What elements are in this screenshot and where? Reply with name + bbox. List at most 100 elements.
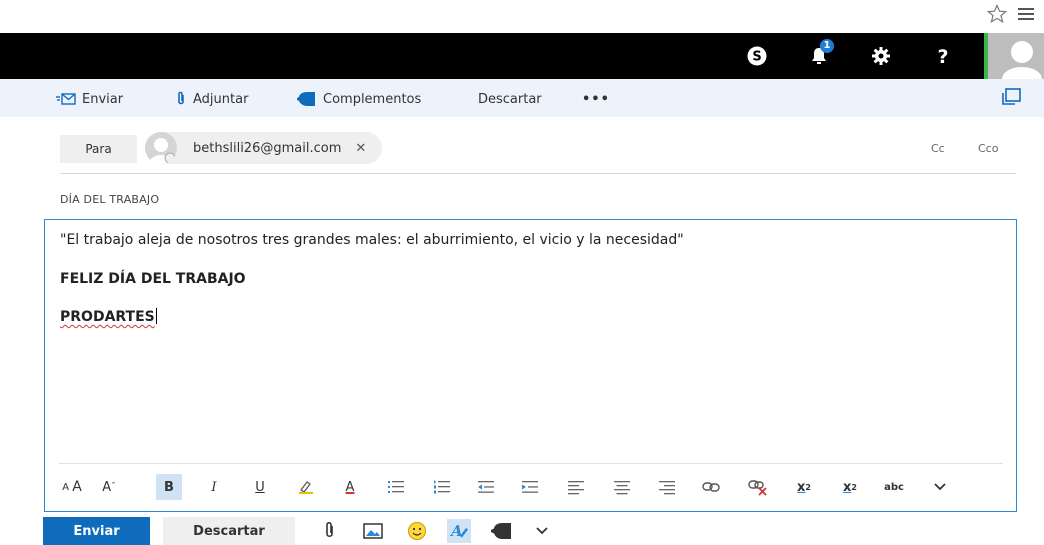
popout-icon[interactable] bbox=[1002, 87, 1022, 105]
outdent-icon bbox=[478, 481, 494, 493]
picture-icon bbox=[363, 523, 383, 539]
grow-font-label: A bbox=[102, 479, 112, 495]
strikethrough-button[interactable]: abc bbox=[881, 474, 907, 500]
italic-button[interactable]: I bbox=[201, 474, 227, 500]
chevron-down-icon bbox=[934, 483, 946, 491]
bookmark-star-icon[interactable] bbox=[987, 4, 1007, 24]
superscript-label: x bbox=[797, 479, 806, 495]
addins-icon bbox=[297, 92, 315, 106]
user-silhouette-icon bbox=[149, 138, 176, 164]
font-color-label: A bbox=[345, 479, 355, 495]
align-left-icon bbox=[568, 481, 584, 495]
gear-icon bbox=[872, 47, 890, 65]
user-silhouette-icon bbox=[1002, 41, 1042, 91]
addins-button[interactable] bbox=[490, 519, 514, 543]
addins-icon bbox=[491, 523, 511, 539]
font-size-button[interactable]: AAAA bbox=[59, 474, 85, 500]
browser-menu-icon[interactable] bbox=[1015, 5, 1037, 23]
attach-command[interactable]: Adjuntar bbox=[175, 89, 248, 109]
browser-strip bbox=[0, 0, 1044, 33]
recipients-row: Para bethslili26@gmail.com ✕ Cc Cco bbox=[60, 132, 1016, 174]
bold-button[interactable]: B bbox=[156, 474, 182, 500]
discard-button[interactable]: Descartar bbox=[163, 517, 295, 545]
indent-icon bbox=[522, 481, 538, 493]
body-quote-line: "El trabajo aleja de nosotros tres grand… bbox=[60, 232, 684, 248]
svg-text:A: A bbox=[449, 522, 463, 540]
bullets-button[interactable] bbox=[383, 474, 409, 500]
discard-command-label: Descartar bbox=[478, 91, 542, 107]
body-signature-text: PRODARTES bbox=[60, 309, 155, 325]
subscript-button[interactable]: x2 bbox=[837, 474, 863, 500]
compose-actions: Enviar Descartar A bbox=[0, 515, 1044, 545]
align-center-icon bbox=[614, 481, 630, 495]
font-color-button[interactable]: A bbox=[337, 474, 363, 500]
subscript-label: x bbox=[843, 479, 852, 495]
link-icon bbox=[702, 482, 720, 492]
smiley-icon bbox=[408, 522, 426, 540]
more-options-label: ••• bbox=[582, 91, 610, 107]
unlink-icon bbox=[748, 480, 767, 496]
paperclip-icon bbox=[178, 91, 184, 105]
help-button[interactable]: ? bbox=[918, 33, 968, 79]
recipient-chip[interactable]: bethslili26@gmail.com ✕ bbox=[145, 132, 383, 164]
format-divider bbox=[59, 463, 1003, 464]
send-command[interactable]: Enviar bbox=[56, 89, 123, 109]
align-right-icon bbox=[659, 481, 675, 495]
format-toolbar: AAAA Aˆ B I U A bbox=[45, 472, 1016, 504]
decrease-indent-button[interactable] bbox=[473, 474, 499, 500]
format-text-button[interactable]: A bbox=[447, 519, 471, 543]
remove-link-button[interactable] bbox=[745, 474, 771, 500]
align-right-button[interactable] bbox=[654, 474, 680, 500]
chevron-down-icon bbox=[536, 527, 548, 535]
subject-field[interactable]: DÍA DEL TRABAJO bbox=[60, 193, 159, 206]
paperclip-icon bbox=[326, 522, 333, 538]
cc-link[interactable]: Cc bbox=[931, 142, 945, 155]
align-left-button[interactable] bbox=[563, 474, 589, 500]
emoji-button[interactable] bbox=[405, 519, 429, 543]
insert-link-button[interactable] bbox=[698, 474, 724, 500]
more-actions-button[interactable] bbox=[530, 519, 554, 543]
skype-icon: S bbox=[747, 46, 767, 66]
underline-button[interactable]: U bbox=[247, 474, 273, 500]
skype-button[interactable]: S bbox=[732, 33, 782, 79]
subscript-mark: 2 bbox=[851, 482, 857, 492]
settings-button[interactable] bbox=[856, 33, 906, 79]
recipient-email: bethslili26@gmail.com bbox=[193, 140, 342, 156]
insert-picture-button[interactable] bbox=[361, 519, 385, 543]
bcc-link[interactable]: Cco bbox=[978, 142, 998, 155]
numbered-list-icon bbox=[434, 480, 450, 494]
remove-recipient-icon[interactable]: ✕ bbox=[355, 141, 366, 156]
user-avatar[interactable] bbox=[984, 33, 1044, 91]
more-formatting-button[interactable] bbox=[927, 474, 953, 500]
numbering-button[interactable] bbox=[429, 474, 455, 500]
app-header: S 1 ? bbox=[0, 33, 1044, 91]
send-command-label: Enviar bbox=[82, 91, 124, 107]
attach-file-button[interactable] bbox=[318, 519, 342, 543]
more-options-button[interactable]: ••• bbox=[582, 89, 610, 109]
discard-command[interactable]: Descartar bbox=[478, 89, 542, 109]
send-button[interactable]: Enviar bbox=[43, 517, 150, 545]
superscript-mark: 2 bbox=[805, 482, 811, 492]
body-signature-line: PRODARTES bbox=[60, 308, 157, 325]
align-center-button[interactable] bbox=[609, 474, 635, 500]
recipient-avatar bbox=[145, 132, 177, 164]
help-icon: ? bbox=[937, 46, 948, 67]
highlight-button[interactable] bbox=[293, 474, 319, 500]
addins-command-label: Complementos bbox=[323, 91, 422, 107]
body-greeting-line: FELIZ DÍA DEL TRABAJO bbox=[60, 271, 246, 287]
attach-command-label: Adjuntar bbox=[193, 91, 249, 107]
to-button[interactable]: Para bbox=[60, 135, 137, 163]
format-painter-icon: A bbox=[449, 522, 468, 540]
addins-command[interactable]: Complementos bbox=[297, 89, 421, 109]
grow-font-button[interactable]: Aˆ bbox=[96, 474, 122, 500]
bullet-list-icon bbox=[388, 481, 404, 493]
command-toolbar: Enviar Adjuntar Complementos Descartar •… bbox=[0, 79, 1044, 117]
send-mail-icon bbox=[56, 93, 76, 105]
notification-badge: 1 bbox=[820, 39, 834, 53]
superscript-button[interactable]: x2 bbox=[791, 474, 817, 500]
increase-indent-button[interactable] bbox=[517, 474, 543, 500]
notifications-button[interactable]: 1 bbox=[794, 33, 844, 79]
svg-text:S: S bbox=[752, 50, 761, 65]
message-body-editor[interactable]: "El trabajo aleja de nosotros tres grand… bbox=[44, 219, 1017, 512]
text-caret bbox=[155, 308, 157, 324]
